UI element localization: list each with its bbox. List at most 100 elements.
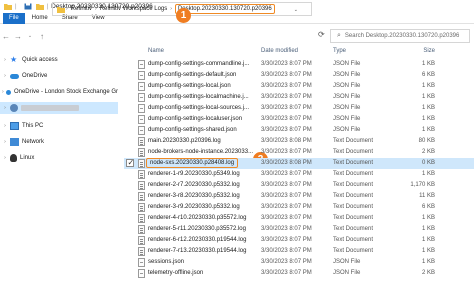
chevron-right-icon[interactable]: › — [0, 155, 10, 161]
chevron-right-icon[interactable]: › — [0, 123, 10, 129]
file-row[interactable]: dump-config-settings-local-sources.j... 3… — [124, 103, 474, 114]
pc-icon — [10, 122, 19, 130]
back-arrow-icon[interactable]: ← — [0, 32, 12, 41]
tab-file[interactable]: File — [3, 12, 25, 24]
chevron-right-icon[interactable]: › — [0, 73, 10, 79]
save-icon[interactable] — [24, 3, 32, 10]
json-file-icon — [138, 258, 145, 267]
file-row[interactable]: main.20230330.p20396.log 3/30/2023 8:08 P… — [124, 136, 474, 147]
refresh-icon[interactable]: ⟳ — [318, 30, 325, 39]
column-header-name[interactable]: Name — [148, 46, 164, 57]
json-file-icon — [138, 115, 145, 124]
nav-item-this-pc[interactable]: › This PC — [0, 120, 118, 132]
file-type: Text Document — [333, 215, 374, 221]
breadcrumb-workspace-logs[interactable]: Refinitiv Workspace Logs — [100, 6, 168, 12]
file-type: Text Document — [333, 182, 374, 188]
file-row[interactable]: sessions.json 3/30/2023 8:07 PM JSON File 1… — [124, 257, 474, 268]
file-type: JSON File — [333, 94, 361, 100]
file-type: JSON File — [333, 259, 361, 265]
column-header-size[interactable]: Size — [392, 46, 435, 57]
file-date-modified: 3/30/2023 8:07 PM — [261, 61, 312, 67]
nav-item-onedrive-lseg[interactable]: › OneDrive - London Stock Exchange Gr — [0, 86, 118, 98]
file-row[interactable]: renderer-3-r8.20230330.p5332.log 3/30/202… — [124, 191, 474, 202]
file-size: 1,170 KB — [410, 182, 435, 188]
file-date-modified: 3/30/2023 8:07 PM — [261, 116, 312, 122]
address-dropdown-icon[interactable]: ⌄ — [294, 7, 298, 13]
file-date-modified: 3/30/2023 8:07 PM — [261, 94, 312, 100]
file-row[interactable]: node-sxs.20230330.p28408.log 3/30/2023 8:… — [124, 158, 474, 169]
file-type: Text Document — [333, 248, 374, 254]
nav-item-quick-access[interactable]: › ★ Quick access — [0, 54, 118, 66]
file-row[interactable]: renderer-1-r9.20230330.p5349.log 3/30/202… — [124, 169, 474, 180]
file-name: dump-config-settings-local-sources.j... — [148, 105, 250, 111]
file-list: Name Date modified Type Size dump-config… — [124, 46, 474, 293]
file-row[interactable]: renderer-5-r11.20230330.p35572.log 3/30/2… — [124, 224, 474, 235]
json-file-icon — [138, 71, 145, 80]
chevron-right-icon[interactable]: › — [0, 57, 10, 63]
file-row[interactable]: renderer-3-r9.20230330.p5332.log 3/30/202… — [124, 202, 474, 213]
folder-icon — [57, 6, 65, 13]
text-file-icon — [138, 225, 145, 234]
text-file-icon — [138, 181, 145, 190]
title-separator: | — [15, 3, 17, 10]
search-icon: ⌕ — [337, 32, 341, 39]
breadcrumb-refinitiv[interactable]: Refinitiv — [71, 6, 92, 12]
nav-item-network[interactable]: › Network — [0, 136, 118, 148]
file-row[interactable]: telemetry-offline.json 3/30/2023 8:07 PM J… — [124, 268, 474, 279]
file-type: Text Document — [333, 237, 374, 243]
nav-item-linux[interactable]: › Linux — [0, 152, 118, 164]
file-row[interactable]: renderer-6-r12.20230330.p19544.log 3/30/2… — [124, 235, 474, 246]
nav-item-label: OneDrive - London Stock Exchange Gr — [13, 89, 118, 95]
column-header-date[interactable]: Date modified — [261, 46, 298, 57]
chevron-right-icon[interactable]: › — [0, 89, 6, 95]
up-arrow-icon[interactable]: ↑ — [36, 32, 48, 41]
nav-item-onedrive[interactable]: › OneDrive — [0, 70, 118, 82]
file-date-modified: 3/30/2023 8:08 PM — [261, 138, 312, 144]
tab-home[interactable]: Home — [25, 13, 55, 24]
chevron-right-icon: › — [95, 6, 97, 12]
forward-arrow-icon[interactable]: → — [12, 32, 24, 41]
file-type: Text Document — [333, 204, 374, 210]
text-file-icon — [138, 214, 145, 223]
nav-item-label: OneDrive — [22, 73, 48, 79]
file-row[interactable]: dump-config-settings-localmachine.j... 3/… — [124, 92, 474, 103]
file-row[interactable]: dump-config-settings-local.json 3/30/2023… — [124, 81, 474, 92]
file-date-modified: 3/30/2023 8:07 PM — [261, 182, 312, 188]
file-name: renderer-4-r10.20230330.p35572.log — [148, 215, 247, 221]
file-row[interactable]: dump-config-settings-localuser.json 3/30/… — [124, 114, 474, 125]
file-date-modified: 3/30/2023 8:07 PM — [261, 193, 312, 199]
nav-item-label: Linux — [20, 155, 35, 161]
chevron-right-icon[interactable]: › — [0, 139, 10, 145]
file-date-modified: 3/30/2023 8:07 PM — [261, 83, 312, 89]
text-file-icon — [138, 236, 145, 245]
file-row[interactable]: dump-config-settings-shared.json 3/30/202… — [124, 125, 474, 136]
file-row[interactable]: renderer-7-r13.20230330.p19544.log 3/30/2… — [124, 246, 474, 257]
column-header-type[interactable]: Type — [333, 46, 346, 57]
row-checkbox[interactable] — [126, 158, 134, 167]
search-box[interactable]: ⌕ Search Desktop.20230330.130720.p20396 — [330, 29, 470, 43]
file-type: Text Document — [333, 138, 374, 144]
file-type: Text Document — [333, 171, 374, 177]
file-row[interactable]: renderer-4-r10.20230330.p35572.log 3/30/2… — [124, 213, 474, 224]
file-size: 80 KB — [418, 138, 435, 144]
chevron-right-icon[interactable]: › — [0, 105, 10, 111]
folder-icon[interactable] — [35, 3, 44, 10]
file-row[interactable]: dump-config-settings-commandline.j... 3/3… — [124, 59, 474, 70]
file-size: 1 KB — [421, 94, 435, 100]
file-name: telemetry-offline.json — [148, 270, 204, 276]
file-size: 0 KB — [421, 160, 435, 166]
text-file-icon — [138, 192, 145, 201]
recent-dropdown-icon[interactable]: ⌄ — [24, 33, 36, 39]
file-size: 1 KB — [421, 226, 435, 232]
file-date-modified: 3/30/2023 8:08 PM — [261, 160, 312, 166]
linux-icon — [10, 154, 17, 162]
file-date-modified: 3/30/2023 8:07 PM — [261, 248, 312, 254]
nav-item-user[interactable]: › — [0, 102, 118, 114]
file-name: dump-config-settings-localuser.json — [148, 116, 243, 122]
file-row[interactable]: renderer-2-r7.20230330.p5332.log 3/30/202… — [124, 180, 474, 191]
file-date-modified: 3/30/2023 8:07 PM — [261, 105, 312, 111]
file-type: Text Document — [333, 160, 374, 166]
text-file-icon — [138, 148, 145, 157]
file-row[interactable]: dump-config-settings-default.json 3/30/20… — [124, 70, 474, 81]
file-row[interactable]: node-brokers-node-instance.2023033... 3/3… — [124, 147, 474, 158]
